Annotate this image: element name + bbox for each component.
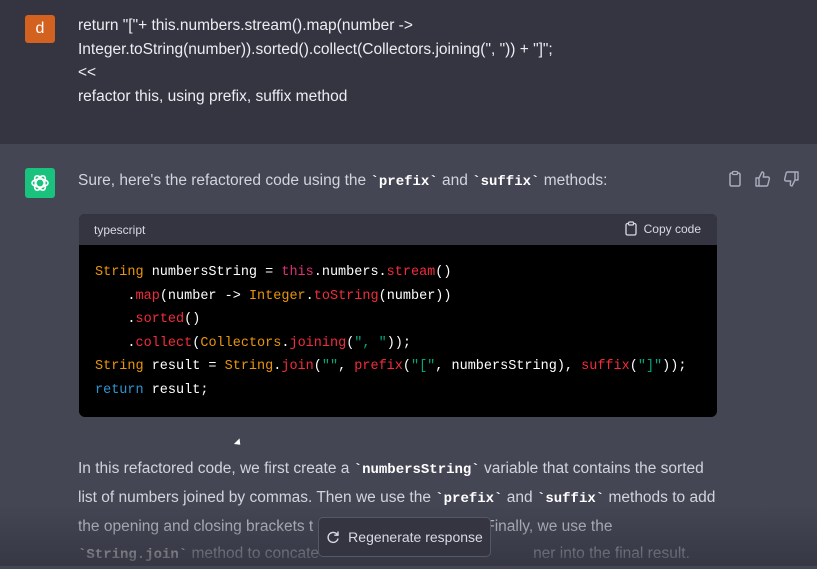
code-line: .sorted()	[95, 312, 201, 327]
intro-text: and	[437, 172, 473, 189]
regenerate-response-button[interactable]: Regenerate response	[318, 517, 491, 557]
inline-code-suffix: `suffix`	[472, 174, 540, 190]
assistant-avatar	[25, 168, 55, 198]
openai-logo-icon	[31, 174, 49, 192]
code-line: String numbersString = this.numbers.stre…	[95, 265, 452, 280]
explanation-line: In this refactored code, we first create…	[78, 460, 704, 478]
code-line: .map(number -> Integer.toString(number))	[95, 288, 452, 304]
user-message-line: refactor this, using prefix, suffix meth…	[78, 87, 348, 105]
regenerate-label: Regenerate response	[348, 529, 483, 545]
assistant-intro-text: Sure, here's the refactored code using t…	[78, 172, 607, 190]
inline-code: `numbersString`	[353, 462, 480, 478]
code-line: .collect(Collectors.joining(", "));	[95, 335, 412, 351]
user-message-line: Integer.toString(number)).sorted().colle…	[78, 40, 553, 58]
message-actions	[726, 170, 800, 188]
user-message-text: return "["+ this.numbers.stream().map(nu…	[78, 14, 778, 108]
inline-code: `suffix`	[536, 491, 605, 507]
intro-text: methods:	[539, 172, 608, 189]
thumbs-down-icon[interactable]	[782, 170, 800, 188]
assistant-message-block: Sure, here's the refactored code using t…	[0, 144, 817, 566]
user-message-line: <<	[78, 64, 97, 81]
inline-code: `prefix`	[435, 491, 503, 507]
code-block: typescript Copy code String numbersStrin…	[79, 214, 717, 417]
thumbs-up-icon[interactable]	[754, 170, 772, 188]
code-line: return result;	[95, 382, 209, 398]
user-avatar: d	[25, 15, 55, 43]
user-message-line: return "["+ this.numbers.stream().map(nu…	[78, 17, 413, 34]
code-line: String result = String.join("", prefix("…	[95, 359, 687, 374]
user-message-block: d return "["+ this.numbers.stream().map(…	[0, 0, 817, 144]
copy-code-button[interactable]: Copy code	[624, 221, 701, 236]
code-content: String numbersString = this.numbers.stre…	[79, 245, 717, 402]
clipboard-icon	[624, 221, 637, 236]
refresh-icon	[327, 531, 339, 544]
inline-code-prefix: `prefix`	[370, 174, 438, 190]
inline-code: `String.join`	[78, 547, 188, 563]
intro-text: Sure, here's the refactored code using t…	[78, 172, 371, 189]
explanation-line: list of numbers joined by commas. Then w…	[78, 489, 716, 507]
code-language-label: typescript	[94, 223, 146, 237]
copy-code-label: Copy code	[643, 221, 701, 236]
copy-message-icon[interactable]	[726, 170, 744, 188]
code-block-header: typescript Copy code	[79, 214, 717, 245]
